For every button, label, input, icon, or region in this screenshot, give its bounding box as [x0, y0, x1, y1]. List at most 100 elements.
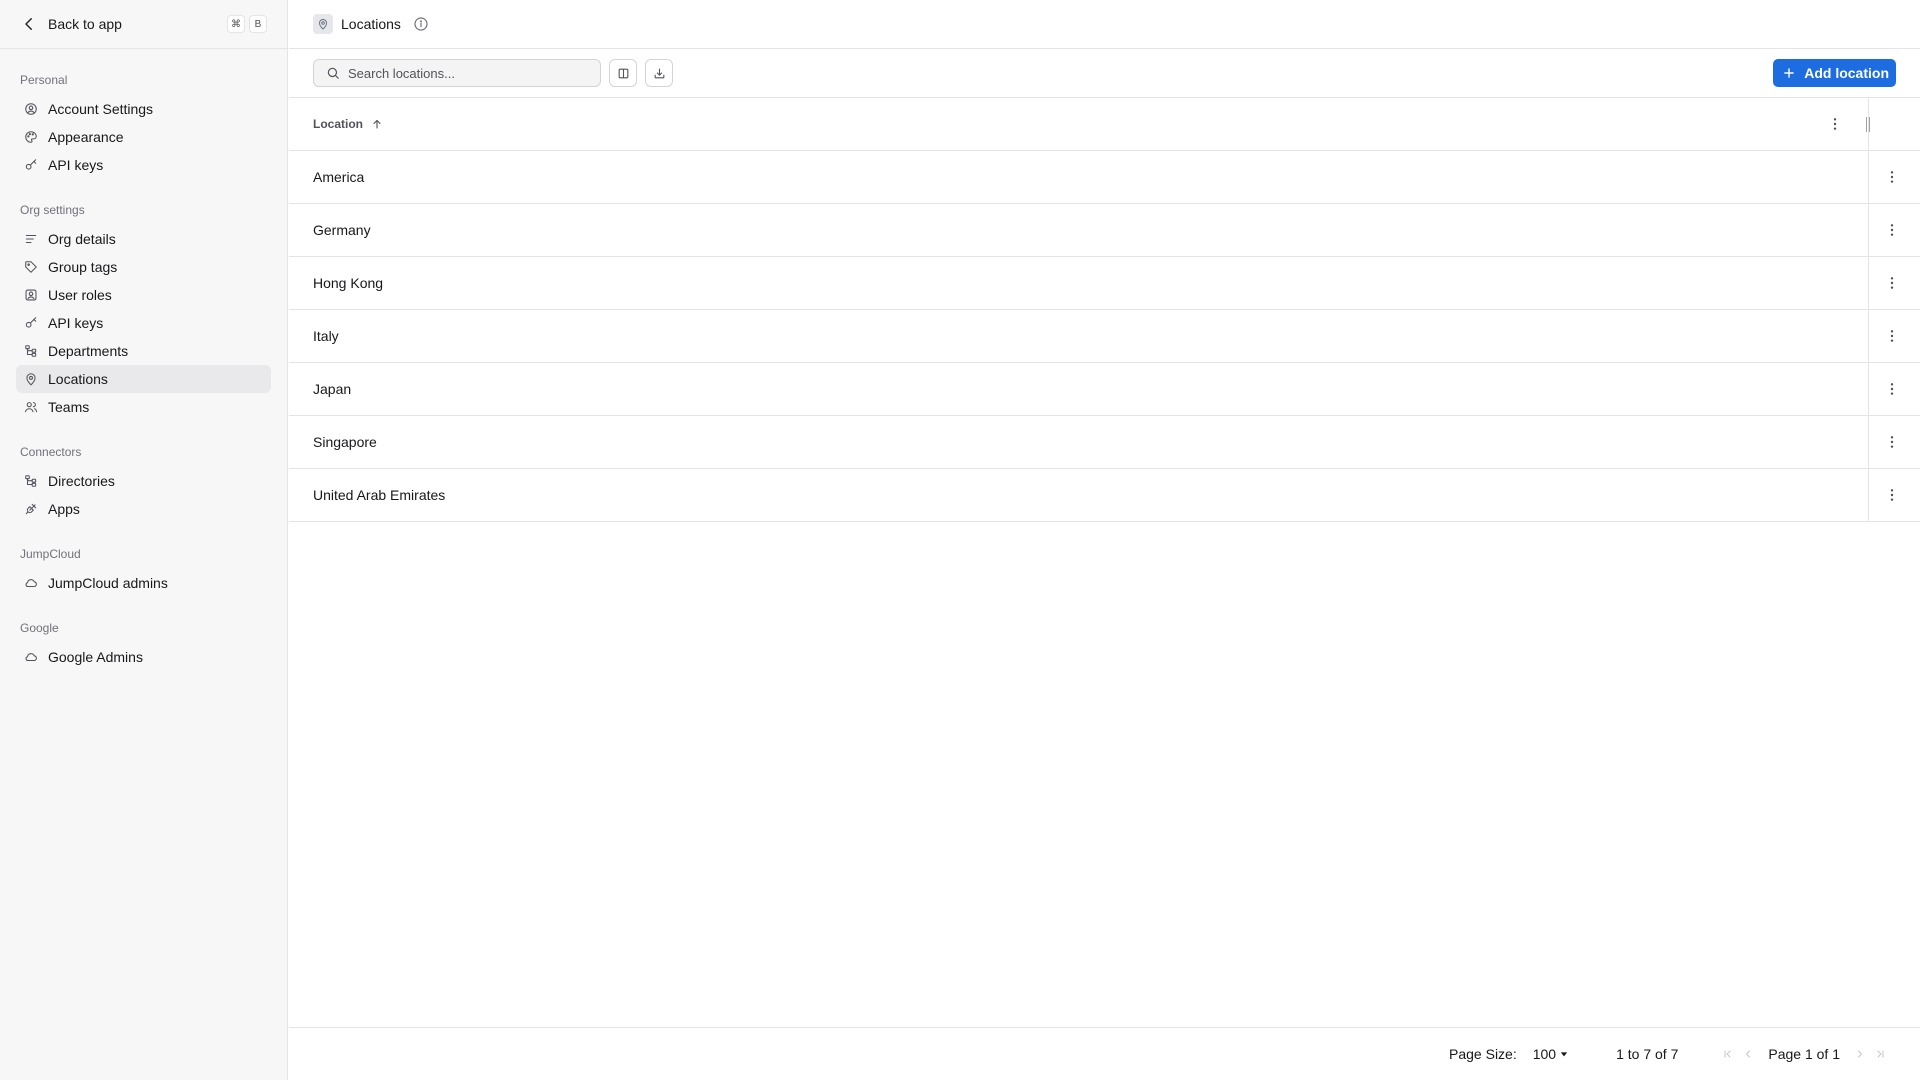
sidebar-section-org-settings: Org settings Org details Group tags User ro… [0, 203, 287, 421]
sidebar-item-api-keys[interactable]: API keys [16, 309, 271, 337]
sidebar-item-teams[interactable]: Teams [16, 393, 271, 421]
location-column-header[interactable]: Location [289, 117, 383, 131]
sidebar-item-api-keys[interactable]: API keys [16, 151, 271, 179]
map-pin-icon [26, 373, 36, 386]
palette-icon [25, 131, 37, 143]
row-actions-icon[interactable] [1884, 275, 1900, 291]
key-icon [25, 317, 37, 328]
sidebar-section-connectors: Connectors Directories Apps [0, 445, 287, 523]
sidebar-item-apps[interactable]: Apps [16, 495, 271, 523]
add-location-button[interactable]: Add location [1773, 59, 1896, 87]
user-square-icon [25, 289, 37, 301]
row-actions-icon[interactable] [1884, 381, 1900, 397]
sidebar-item-locations[interactable]: Locations [16, 365, 271, 393]
pagination-bar: Page Size: 100 1 to 7 of 7 Page 1 of 1 [289, 1027, 1920, 1080]
next-page-button[interactable] [1850, 1044, 1870, 1064]
search-input[interactable] [348, 65, 588, 81]
sidebar-section-heading: Google [20, 621, 59, 635]
sidebar-item-org-details[interactable]: Org details [16, 225, 271, 253]
sidebar-section-heading: Org settings [20, 203, 85, 217]
table-row[interactable]: Germany [289, 204, 1920, 257]
sidebar-item-label: Group tags [48, 259, 118, 275]
sidebar-item-label: Locations [48, 371, 108, 387]
sidebar-item-label: Teams [48, 399, 90, 415]
table-header: Location [289, 98, 1920, 151]
sidebar-item-user-roles[interactable]: User roles [16, 281, 271, 309]
row-actions-icon[interactable] [1884, 169, 1900, 185]
sidebar-top: Back to app ⌘ B [0, 0, 287, 49]
sidebar-section-heading: JumpCloud [20, 547, 81, 561]
location-name-cell: Singapore [313, 434, 377, 450]
chevron-left-icon [25, 18, 32, 30]
page-header: Locations [289, 0, 1920, 49]
sidebar-item-label: Account Settings [48, 101, 154, 117]
plug-icon [25, 503, 37, 515]
sidebar-item-google-admins[interactable]: Google Admins [16, 643, 271, 671]
location-name-cell: America [313, 169, 365, 185]
table-row[interactable]: Japan [289, 363, 1920, 416]
row-actions-icon[interactable] [1884, 328, 1900, 344]
column-divider [1868, 469, 1869, 521]
info-icon[interactable] [413, 16, 429, 32]
table-row[interactable]: Italy [289, 310, 1920, 363]
page-size-select[interactable]: 100 [1533, 1046, 1568, 1062]
page-indicator: Page 1 of 1 [1768, 1046, 1840, 1062]
page-icon [313, 14, 333, 34]
location-name-cell: United Arab Emirates [313, 487, 446, 503]
page-title: Locations [341, 16, 401, 32]
sidebar-item-label: Directories [48, 473, 115, 489]
search-box[interactable] [313, 59, 601, 87]
chevron-left-icon [1746, 1050, 1751, 1058]
sidebar-item-directories[interactable]: Directories [16, 467, 271, 495]
sidebar-section-heading: Personal [20, 73, 68, 87]
page-size-label: Page Size: [1449, 1046, 1517, 1062]
table-toolbar: Add location [289, 49, 1920, 98]
first-page-button[interactable] [1718, 1044, 1738, 1064]
column-resize-handle[interactable] [1866, 117, 1870, 132]
sidebar-item-account-settings[interactable]: Account Settings [16, 95, 271, 123]
last-page-button[interactable] [1870, 1044, 1890, 1064]
row-actions-icon[interactable] [1884, 434, 1900, 450]
sidebar-item-label: JumpCloud admins [48, 575, 168, 591]
table-row[interactable]: United Arab Emirates [289, 469, 1920, 522]
row-actions-icon[interactable] [1884, 222, 1900, 238]
back-to-app-link[interactable]: Back to app [20, 15, 122, 33]
search-icon [327, 67, 339, 79]
sidebar-item-departments[interactable]: Departments [16, 337, 271, 365]
plus-icon [1784, 68, 1795, 78]
column-divider [1868, 363, 1869, 415]
hierarchy-icon [25, 345, 37, 357]
shortcut-hint: ⌘ B [227, 15, 267, 33]
table-row[interactable]: America [289, 151, 1920, 204]
column-divider [1868, 151, 1869, 203]
location-name-cell: Germany [313, 222, 371, 238]
download-icon [654, 68, 664, 78]
location-name-cell: Japan [313, 381, 352, 397]
sidebar-item-label: Departments [48, 343, 129, 359]
previous-page-button[interactable] [1738, 1044, 1758, 1064]
chevron-right-icon [1858, 1050, 1862, 1058]
locations-table: Location America Germany Hong Kong Italy Jap… [289, 98, 1920, 522]
columns-button[interactable] [609, 59, 637, 87]
chevrons-first-icon [1724, 1050, 1731, 1058]
sidebar-item-jumpcloud-admins[interactable]: JumpCloud admins [16, 569, 271, 597]
back-to-app-label: Back to app [48, 16, 122, 32]
hierarchy-icon [25, 475, 37, 487]
shortcut-key-b: B [249, 15, 267, 33]
table-body: America Germany Hong Kong Italy Japan Singapo… [289, 151, 1920, 522]
sidebar-item-group-tags[interactable]: Group tags [16, 253, 271, 281]
sidebar-item-label: Org details [48, 231, 116, 247]
text-lines-icon [25, 234, 37, 244]
export-button[interactable] [645, 59, 673, 87]
cloud-icon [25, 653, 37, 662]
sidebar-item-appearance[interactable]: Appearance [16, 123, 271, 151]
table-row[interactable]: Singapore [289, 416, 1920, 469]
column-menu-icon[interactable] [1827, 116, 1843, 132]
row-actions-icon[interactable] [1884, 487, 1900, 503]
main-content: Locations Add location Location Am [289, 0, 1920, 1080]
sidebar-item-label: Apps [48, 501, 80, 517]
sidebar-item-label: Appearance [48, 129, 124, 145]
location-name-cell: Italy [313, 328, 339, 344]
sidebar-section-personal: Personal Account Settings Appearance API ke… [0, 73, 287, 179]
table-row[interactable]: Hong Kong [289, 257, 1920, 310]
